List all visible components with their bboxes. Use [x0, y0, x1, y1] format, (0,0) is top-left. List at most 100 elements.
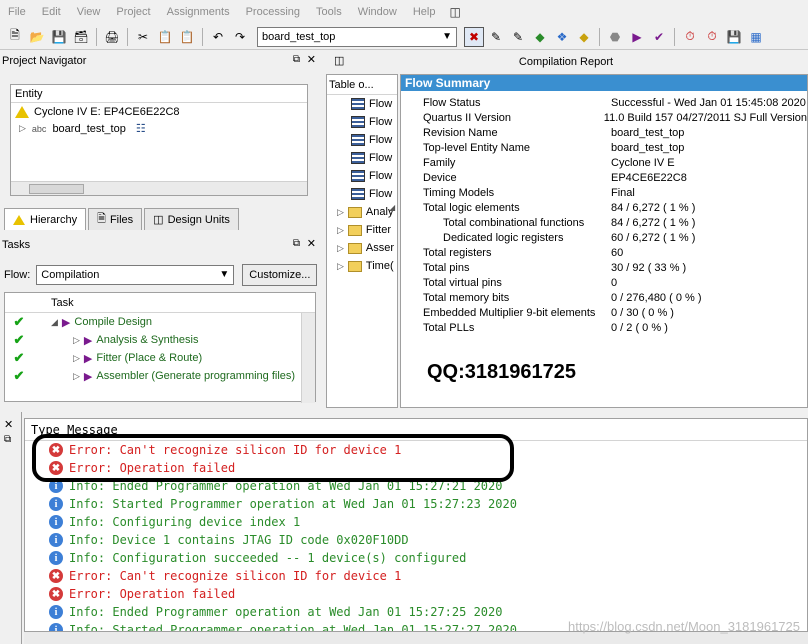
- expand-icon[interactable]: ▷: [73, 371, 80, 382]
- pin-planner-icon[interactable]: ✎: [508, 27, 528, 47]
- folder-icon: [347, 242, 362, 254]
- task-row[interactable]: ✔ ▷ ▶ Assembler (Generate programming fi…: [5, 367, 301, 385]
- toc-folder[interactable]: ▷ Asser: [327, 239, 397, 257]
- toc-folder[interactable]: ▷ Time(: [327, 257, 397, 275]
- settings-wand-icon[interactable]: ✎: [486, 27, 506, 47]
- customize-button[interactable]: Customize...: [242, 264, 318, 286]
- info-message-row[interactable]: i Info: Started Programmer operation at W…: [25, 495, 807, 513]
- toolbar: 🗎 📂 💾 🗃 🖨 ✂ 📋 📋 ↶ ↷ board_test_top ▼ ✖ ✎…: [0, 24, 808, 50]
- menu-file[interactable]: File: [0, 6, 34, 18]
- undock-icon[interactable]: ⧉: [293, 54, 300, 65]
- paste-icon[interactable]: 📋: [177, 27, 197, 47]
- device-row[interactable]: Cyclone IV E: EP4CE6E22C8: [11, 103, 307, 120]
- timing-analyzer-icon[interactable]: ⏱: [680, 27, 700, 47]
- toc-folder-label: Time(: [365, 260, 394, 272]
- navigator-tabs: Hierarchy 🗎 Files ◫ Design Units: [4, 208, 241, 230]
- flow-dropdown[interactable]: Compilation ▼: [36, 265, 235, 285]
- summary-value: 0 / 276,480 ( 0 % ): [611, 291, 702, 304]
- error-message-row[interactable]: ✖ Error: Operation failed: [25, 585, 807, 603]
- run-icon[interactable]: ▶: [84, 334, 92, 347]
- summary-value: 84 / 6,272 ( 1 % ): [611, 216, 696, 229]
- run-icon[interactable]: ▶: [84, 370, 92, 383]
- scrollbar-thumb[interactable]: [29, 184, 84, 194]
- undock-icon[interactable]: ⧉: [293, 238, 300, 249]
- expand-icon[interactable]: ▷: [337, 225, 344, 236]
- help-search-icon[interactable]: ◫: [449, 5, 460, 19]
- expand-icon[interactable]: ▷: [337, 207, 344, 218]
- toolbar-separator: [674, 27, 675, 46]
- tab-hierarchy[interactable]: Hierarchy: [4, 208, 87, 230]
- new-file-icon[interactable]: 🗎: [5, 27, 25, 47]
- info-message-row[interactable]: i Info: Configuring device index 1: [25, 513, 807, 531]
- summary-value: 60 / 6,272 ( 1 % ): [611, 231, 696, 244]
- toc-item[interactable]: Flow: [327, 149, 397, 167]
- info-message-row[interactable]: i Info: Device 1 contains JTAG ID code 0x…: [25, 531, 807, 549]
- collapse-icon[interactable]: ◢: [51, 317, 58, 328]
- top-entity-row[interactable]: ▷ abc board_test_top ☷: [11, 120, 307, 137]
- cut-icon[interactable]: ✂: [133, 27, 153, 47]
- expand-icon[interactable]: ▷: [337, 261, 344, 272]
- chip-planner-icon[interactable]: ◆: [530, 27, 550, 47]
- run-icon[interactable]: ▶: [62, 316, 70, 329]
- toc-item[interactable]: Flow: [327, 167, 397, 185]
- toc-folder[interactable]: ▷ Analy: [327, 203, 397, 221]
- summary-value: 0: [611, 276, 618, 289]
- run-icon[interactable]: ▶: [84, 352, 92, 365]
- summary-value: Successful - Wed Jan 01 15:45:08 2020: [611, 96, 806, 109]
- horizontal-scrollbar[interactable]: [11, 181, 307, 195]
- menu-help[interactable]: Help: [405, 6, 444, 18]
- menu-project[interactable]: Project: [108, 6, 158, 18]
- menu-edit[interactable]: Edit: [34, 6, 69, 18]
- analysis-synthesis-icon[interactable]: ✔: [649, 27, 669, 47]
- task-row[interactable]: ✔ ▷ ▶ Analysis & Synthesis: [5, 331, 315, 349]
- summary-row: Total virtual pins 0: [401, 275, 807, 290]
- expand-icon[interactable]: ▷: [73, 353, 80, 364]
- expand-icon[interactable]: ▷: [73, 335, 80, 346]
- menu-view[interactable]: View: [69, 6, 109, 18]
- tasks-title-bar: Tasks ⧉ ✕: [0, 236, 322, 254]
- collapse-icon[interactable]: ◢: [389, 203, 395, 212]
- expand-icon[interactable]: ▷: [337, 243, 344, 254]
- menu-assignments[interactable]: Assignments: [159, 6, 238, 18]
- open-folder-icon[interactable]: 📂: [27, 27, 47, 47]
- chip-icon[interactable]: ▦: [746, 27, 766, 47]
- menu-tools[interactable]: Tools: [308, 6, 350, 18]
- expand-icon[interactable]: ▷: [19, 123, 26, 134]
- entity-dropdown[interactable]: board_test_top ▼: [257, 26, 457, 47]
- error-message-row[interactable]: ✖ Error: Can't recognize silicon ID for d…: [25, 567, 807, 585]
- timequest-icon[interactable]: ⏱: [702, 27, 722, 47]
- task-row[interactable]: ✔ ◢ ▶ Compile Design: [5, 313, 315, 331]
- programmer-icon[interactable]: 💾: [724, 27, 744, 47]
- copy-icon[interactable]: 📋: [155, 27, 175, 47]
- menu-processing[interactable]: Processing: [238, 6, 308, 18]
- table-icon: [351, 134, 365, 146]
- print-icon[interactable]: 🖨: [102, 27, 122, 47]
- undock-icon[interactable]: ⧉: [4, 434, 11, 445]
- design-partition-icon[interactable]: ◆: [574, 27, 594, 47]
- summary-row: Top-level Entity Name board_test_top: [401, 140, 807, 155]
- task-row[interactable]: ✔ ▷ ▶ Fitter (Place & Route): [5, 349, 315, 367]
- menu-window[interactable]: Window: [350, 6, 405, 18]
- save-icon[interactable]: 💾: [49, 27, 69, 47]
- toc-item[interactable]: Flow: [327, 113, 397, 131]
- close-icon[interactable]: ✕: [307, 237, 316, 250]
- close-icon[interactable]: ✕: [307, 53, 316, 66]
- stop-icon[interactable]: ⬣: [605, 27, 625, 47]
- info-message-row[interactable]: i Info: Configuration succeeded -- 1 devi…: [25, 549, 807, 567]
- undo-icon[interactable]: ↶: [208, 27, 228, 47]
- start-compilation-icon[interactable]: ▶: [627, 27, 647, 47]
- vertical-scrollbar[interactable]: [301, 313, 315, 403]
- assignment-editor-icon[interactable]: ❖: [552, 27, 572, 47]
- tab-design-units[interactable]: ◫ Design Units: [144, 208, 239, 230]
- summary-key: Family: [423, 156, 456, 169]
- project-navigator-toggle-icon[interactable]: ✖: [464, 26, 484, 47]
- toc-item[interactable]: Flow: [327, 95, 397, 113]
- redo-icon[interactable]: ↷: [230, 27, 250, 47]
- chevron-down-icon: ▼: [219, 269, 230, 280]
- tab-files[interactable]: 🗎 Files: [88, 208, 143, 230]
- close-icon[interactable]: ✕: [4, 418, 13, 431]
- toc-item[interactable]: Flow: [327, 185, 397, 203]
- toc-item[interactable]: Flow: [327, 131, 397, 149]
- toc-folder[interactable]: ▷ Fitter: [327, 221, 397, 239]
- save-all-icon[interactable]: 🗃: [71, 27, 91, 47]
